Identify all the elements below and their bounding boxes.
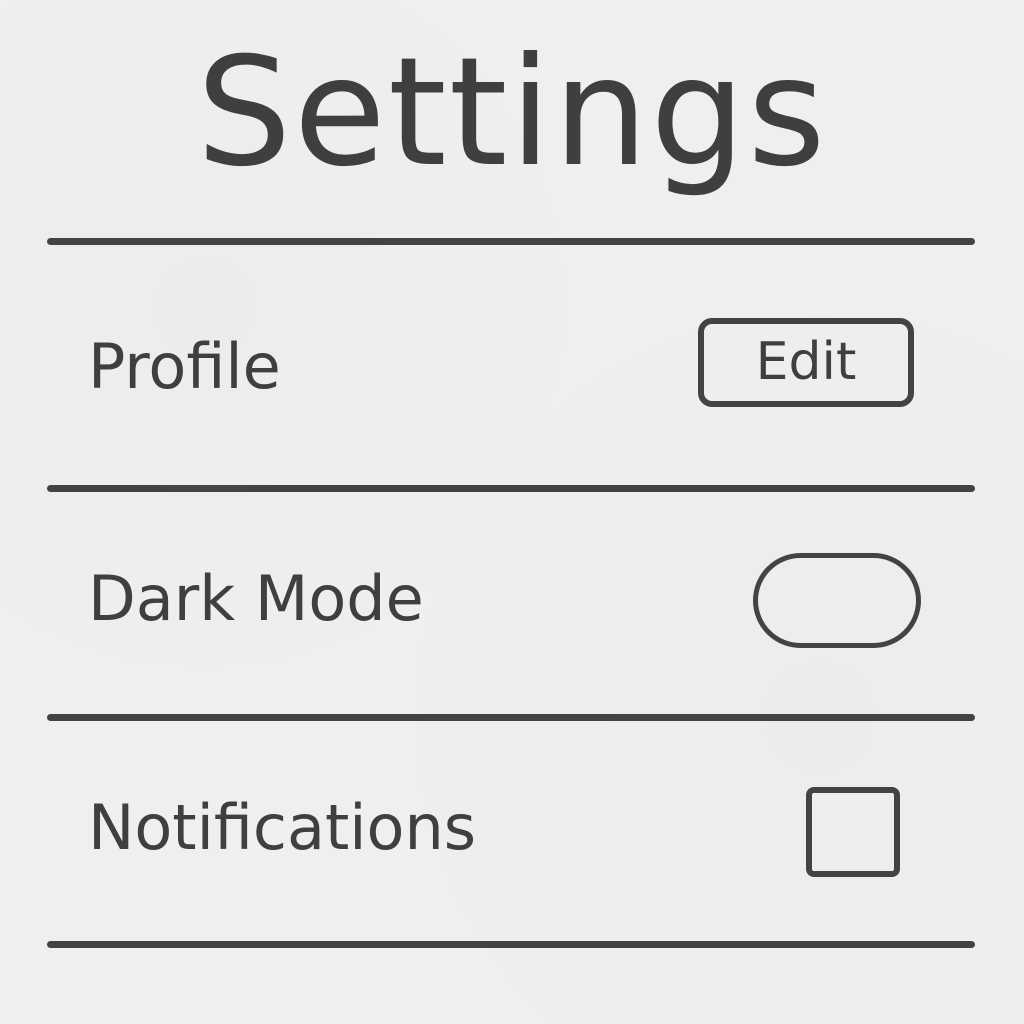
edit-profile-button[interactable]: Edit: [698, 318, 914, 407]
divider: [47, 238, 975, 245]
dark-mode-toggle[interactable]: [753, 553, 921, 648]
profile-label: Profile: [88, 330, 281, 403]
dark-mode-label: Dark Mode: [88, 562, 424, 635]
page-title: Settings: [196, 26, 828, 200]
divider: [47, 485, 975, 492]
notifications-label: Notifications: [88, 791, 477, 864]
settings-page: Settings Profile Edit Dark Mode Notifica…: [0, 0, 1024, 1024]
divider: [47, 941, 975, 948]
divider: [47, 714, 975, 721]
notifications-checkbox[interactable]: [806, 787, 900, 877]
